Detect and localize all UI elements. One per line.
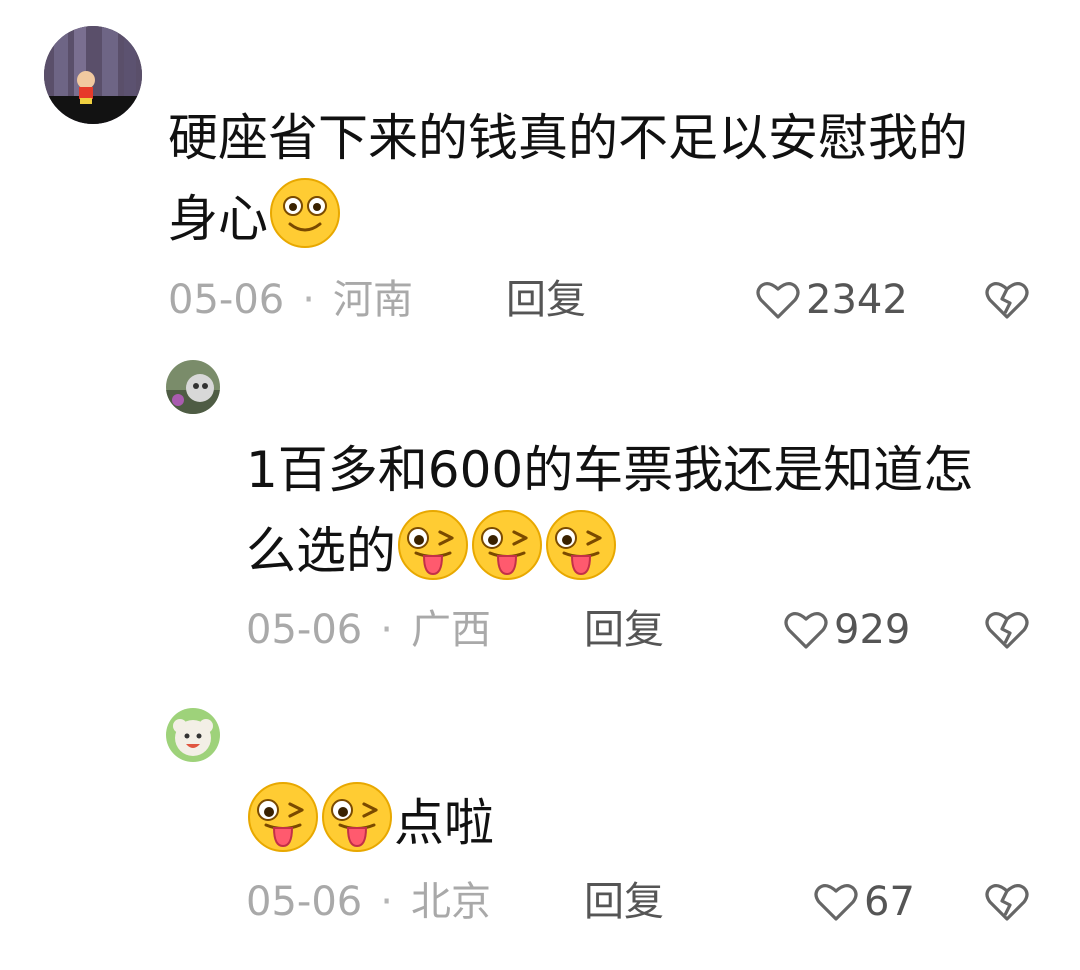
user-avatar[interactable] bbox=[166, 708, 220, 762]
heart-icon bbox=[784, 612, 828, 649]
comment-text: 1百多和600的车票我还是知道怎 么选的 bbox=[246, 432, 1046, 589]
comment-text: 硬座省下来的钱真的不足以安慰我的 身心 bbox=[168, 100, 1048, 257]
like-count: 67 bbox=[864, 879, 915, 925]
reply-button[interactable]: 回复 bbox=[506, 276, 586, 324]
comment-text-line: 1百多和600的车票我还是知道怎 bbox=[246, 441, 974, 499]
like-count: 2342 bbox=[806, 277, 908, 323]
user-avatar[interactable] bbox=[166, 360, 220, 414]
tongue-wink-emoji-icon bbox=[396, 508, 470, 582]
dislike-icon[interactable] bbox=[985, 610, 1029, 650]
comment-location: 河南 bbox=[332, 277, 413, 323]
like-button[interactable]: 67 bbox=[814, 878, 915, 926]
comment-text-line: 点啦 bbox=[394, 794, 494, 852]
dislike-icon[interactable] bbox=[985, 280, 1029, 320]
like-count: 929 bbox=[834, 607, 911, 653]
meta-separator: · bbox=[302, 277, 315, 323]
reply-button[interactable]: 回复 bbox=[584, 606, 664, 654]
tongue-wink-emoji-icon bbox=[544, 508, 618, 582]
comment-meta: 05-06 · 河南 bbox=[168, 276, 413, 324]
comment-text-line: 硬座省下来的钱真的不足以安慰我的 bbox=[168, 109, 968, 167]
comment-meta: 05-06 · 北京 bbox=[246, 878, 491, 926]
comment-text: 点啦 bbox=[246, 780, 1046, 861]
comment-meta: 05-06 · 广西 bbox=[246, 606, 491, 654]
comment-text-line: 身心 bbox=[168, 190, 268, 248]
meta-separator: · bbox=[380, 607, 393, 653]
heart-icon bbox=[814, 884, 858, 921]
user-avatar[interactable] bbox=[44, 26, 142, 124]
tongue-wink-emoji-icon bbox=[320, 780, 394, 854]
heart-icon bbox=[756, 282, 800, 319]
comment-location: 广西 bbox=[410, 607, 491, 653]
tongue-wink-emoji-icon bbox=[470, 508, 544, 582]
reply-button[interactable]: 回复 bbox=[584, 878, 664, 926]
comment-date: 05-06 bbox=[168, 277, 285, 323]
smile-emoji-icon bbox=[268, 176, 342, 250]
tongue-wink-emoji-icon bbox=[246, 780, 320, 854]
comment-date: 05-06 bbox=[246, 607, 363, 653]
like-button[interactable]: 2342 bbox=[756, 276, 908, 324]
comment-date: 05-06 bbox=[246, 879, 363, 925]
like-button[interactable]: 929 bbox=[784, 606, 910, 654]
comment-location: 北京 bbox=[410, 879, 491, 925]
comment-text-line: 么选的 bbox=[246, 522, 396, 580]
meta-separator: · bbox=[380, 879, 393, 925]
dislike-icon[interactable] bbox=[985, 882, 1029, 922]
